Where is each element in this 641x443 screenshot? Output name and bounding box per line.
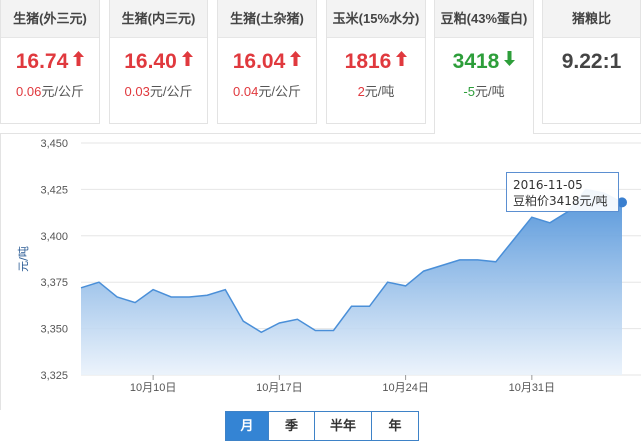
card-price: 9.22:1	[561, 50, 622, 73]
card-change: 0.03元/公斤	[124, 84, 193, 100]
chart-tooltip: 2016-11-05 豆粕价3418元/吨	[506, 172, 619, 212]
card-title: 豆粕(43%蛋白)	[435, 0, 533, 38]
price-card-pig-outer[interactable]: 生猪(外三元) 16.74 0.06元/公斤	[0, 0, 100, 124]
tab-month[interactable]: 月	[226, 412, 268, 440]
price-card-pig-local[interactable]: 生猪(土杂猪) 16.04 0.04元/公斤	[217, 0, 317, 124]
y-tick-label: 3,375	[40, 277, 68, 289]
x-tick-label: 10月10日	[130, 382, 176, 394]
card-change: -5元/吨	[463, 84, 505, 100]
arrow-up-icon	[181, 47, 193, 73]
x-tick-label: 10月24日	[382, 382, 428, 394]
price-card-pig-grain-ratio[interactable]: 猪粮比 9.22:1	[542, 0, 641, 124]
y-tick-label: 3,325	[40, 370, 68, 382]
card-price: 16.74	[1, 49, 99, 75]
price-card-corn[interactable]: 玉米(15%水分) 1816 2元/吨	[326, 0, 426, 124]
card-change: 0.04元/公斤	[233, 84, 301, 100]
x-tick-label: 10月31日	[509, 382, 555, 394]
y-axis-ticks: 3,325 3,350 3,375 3,400 3,425 3,450	[40, 138, 68, 382]
card-title: 生猪(内三元)	[110, 0, 207, 38]
card-price: 16.40	[110, 49, 207, 75]
arrow-up-icon	[396, 47, 408, 73]
card-price: 16.04	[218, 49, 316, 75]
y-tick-label: 3,400	[40, 231, 68, 243]
price-card-pig-inner[interactable]: 生猪(内三元) 16.40 0.03元/公斤	[109, 0, 208, 124]
tooltip-text: 豆粕价3418元/吨	[513, 194, 608, 208]
y-axis-label: 元/吨	[17, 246, 30, 272]
arrow-up-icon	[290, 47, 302, 73]
tab-half-year[interactable]: 半年	[314, 412, 371, 440]
card-change: 2元/吨	[357, 84, 395, 100]
tab-year[interactable]: 年	[371, 412, 418, 440]
arrow-up-icon	[73, 47, 85, 73]
card-price: 3418	[435, 49, 533, 75]
card-title: 生猪(土杂猪)	[218, 0, 316, 38]
card-title: 生猪(外三元)	[1, 0, 99, 38]
arrow-down-icon	[504, 47, 516, 73]
tab-quarter[interactable]: 季	[268, 412, 314, 440]
card-price: 1816	[327, 49, 425, 75]
price-cards: 生猪(外三元) 16.74 0.06元/公斤 生猪(内三元) 16.40 0.0…	[0, 0, 641, 134]
y-tick-label: 3,450	[40, 138, 68, 150]
card-title: 猪粮比	[543, 0, 640, 38]
card-change: 0.06元/公斤	[16, 84, 84, 100]
card-title: 玉米(15%水分)	[327, 0, 425, 38]
tooltip-date: 2016-11-05	[513, 178, 583, 192]
price-card-soymeal[interactable]: 豆粕(43%蛋白) 3418 -5元/吨	[434, 0, 534, 134]
y-tick-label: 3,350	[40, 324, 68, 336]
y-tick-label: 3,425	[40, 184, 68, 196]
range-tabs: 月 季 半年 年	[225, 411, 419, 441]
x-axis-ticks: 10月10日 10月17日 10月24日 10月31日	[130, 375, 555, 394]
x-tick-label: 10月17日	[256, 382, 302, 394]
